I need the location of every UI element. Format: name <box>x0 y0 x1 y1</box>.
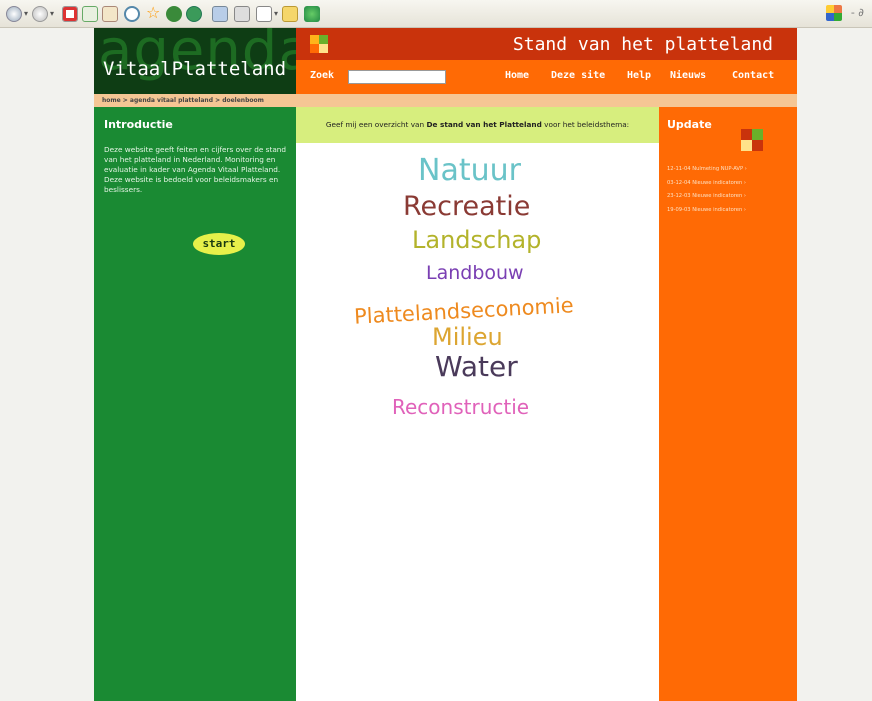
back-dropdown-icon[interactable]: ▾ <box>24 9 28 18</box>
media-icon[interactable] <box>166 6 182 22</box>
intro-title: Introductie <box>104 118 173 131</box>
prompt-text-bold: De stand van het Platteland <box>426 120 542 129</box>
header-banner: Stand van het platteland <box>296 28 797 60</box>
stop-icon[interactable] <box>62 6 78 22</box>
theme-panel: Geef mij een overzicht van De stand van … <box>296 107 659 701</box>
nav-bar: Zoek Home Deze site Help Nieuws Contact <box>296 60 797 94</box>
update-title: Update <box>667 118 712 131</box>
update-item[interactable]: 03-12-04 Nieuwe indicatoren › <box>667 180 746 186</box>
theme-landbouw[interactable]: Landbouw <box>426 262 524 284</box>
forward-icon[interactable] <box>32 6 48 22</box>
nav-deze-site[interactable]: Deze site <box>551 70 605 81</box>
nav-home[interactable]: Home <box>505 70 529 81</box>
home-icon[interactable] <box>102 6 118 22</box>
window-controls[interactable]: - ∂ <box>851 6 864 19</box>
update-sidebar: Update 12-11-04 Nulmeting NUP-AVP › 03-1… <box>659 107 797 701</box>
intro-sidebar: Introductie Deze website geeft feiten en… <box>94 107 296 701</box>
update-item[interactable]: 12-11-04 Nulmeting NUP-AVP › <box>667 166 747 172</box>
mail-icon[interactable] <box>212 6 228 22</box>
folder-icon[interactable] <box>282 6 298 22</box>
update-item[interactable]: 19-09-03 Nieuwe indicatoren › <box>667 207 746 213</box>
back-icon[interactable] <box>6 6 22 22</box>
web-page: agenda VitaalPlatteland Stand van het pl… <box>94 28 797 701</box>
update-item[interactable]: 23-12-03 Nieuwe indicatoren › <box>667 193 746 199</box>
forward-dropdown-icon[interactable]: ▾ <box>50 9 54 18</box>
print-icon[interactable] <box>234 6 250 22</box>
messenger-icon[interactable] <box>304 6 320 22</box>
prompt-text-after: voor het beleidsthema: <box>541 120 630 129</box>
theme-reconstructie[interactable]: Reconstructie <box>392 395 529 419</box>
breadcrumb[interactable]: home > agenda vitaal platteland > doelen… <box>94 94 797 107</box>
nav-nieuws[interactable]: Nieuws <box>670 70 706 81</box>
search-icon[interactable] <box>124 6 140 22</box>
start-button[interactable]: start <box>193 233 245 255</box>
theme-natuur[interactable]: Natuur <box>418 153 521 188</box>
browser-toolbar: ▾ ▾ ☆ ▾ - ∂ <box>0 0 872 28</box>
theme-recreatie[interactable]: Recreatie <box>403 191 530 222</box>
squares-icon <box>741 129 763 151</box>
theme-water[interactable]: Water <box>435 350 518 383</box>
nav-help[interactable]: Help <box>627 70 651 81</box>
search-input[interactable] <box>348 70 446 84</box>
windows-logo-icon <box>826 5 842 21</box>
favorites-icon[interactable]: ☆ <box>146 5 162 22</box>
site-title: Stand van het platteland <box>512 34 773 55</box>
site-logo[interactable]: agenda VitaalPlatteland <box>94 28 296 94</box>
theme-milieu[interactable]: Milieu <box>432 323 503 351</box>
edit-icon[interactable] <box>256 6 272 22</box>
edit-dropdown-icon[interactable]: ▾ <box>274 9 278 18</box>
refresh-icon[interactable] <box>82 6 98 22</box>
nav-contact[interactable]: Contact <box>732 70 774 81</box>
logo-text: VitaalPlatteland <box>103 58 287 80</box>
history-icon[interactable] <box>186 6 202 22</box>
prompt-text-before: Geef mij een overzicht van <box>325 120 427 129</box>
squares-icon <box>310 35 328 53</box>
theme-prompt: Geef mij een overzicht van De stand van … <box>296 107 659 143</box>
theme-landschap[interactable]: Landschap <box>412 226 541 254</box>
search-label: Zoek <box>310 70 335 81</box>
intro-text: Deze website geeft feiten en cijfers ove… <box>104 145 287 194</box>
